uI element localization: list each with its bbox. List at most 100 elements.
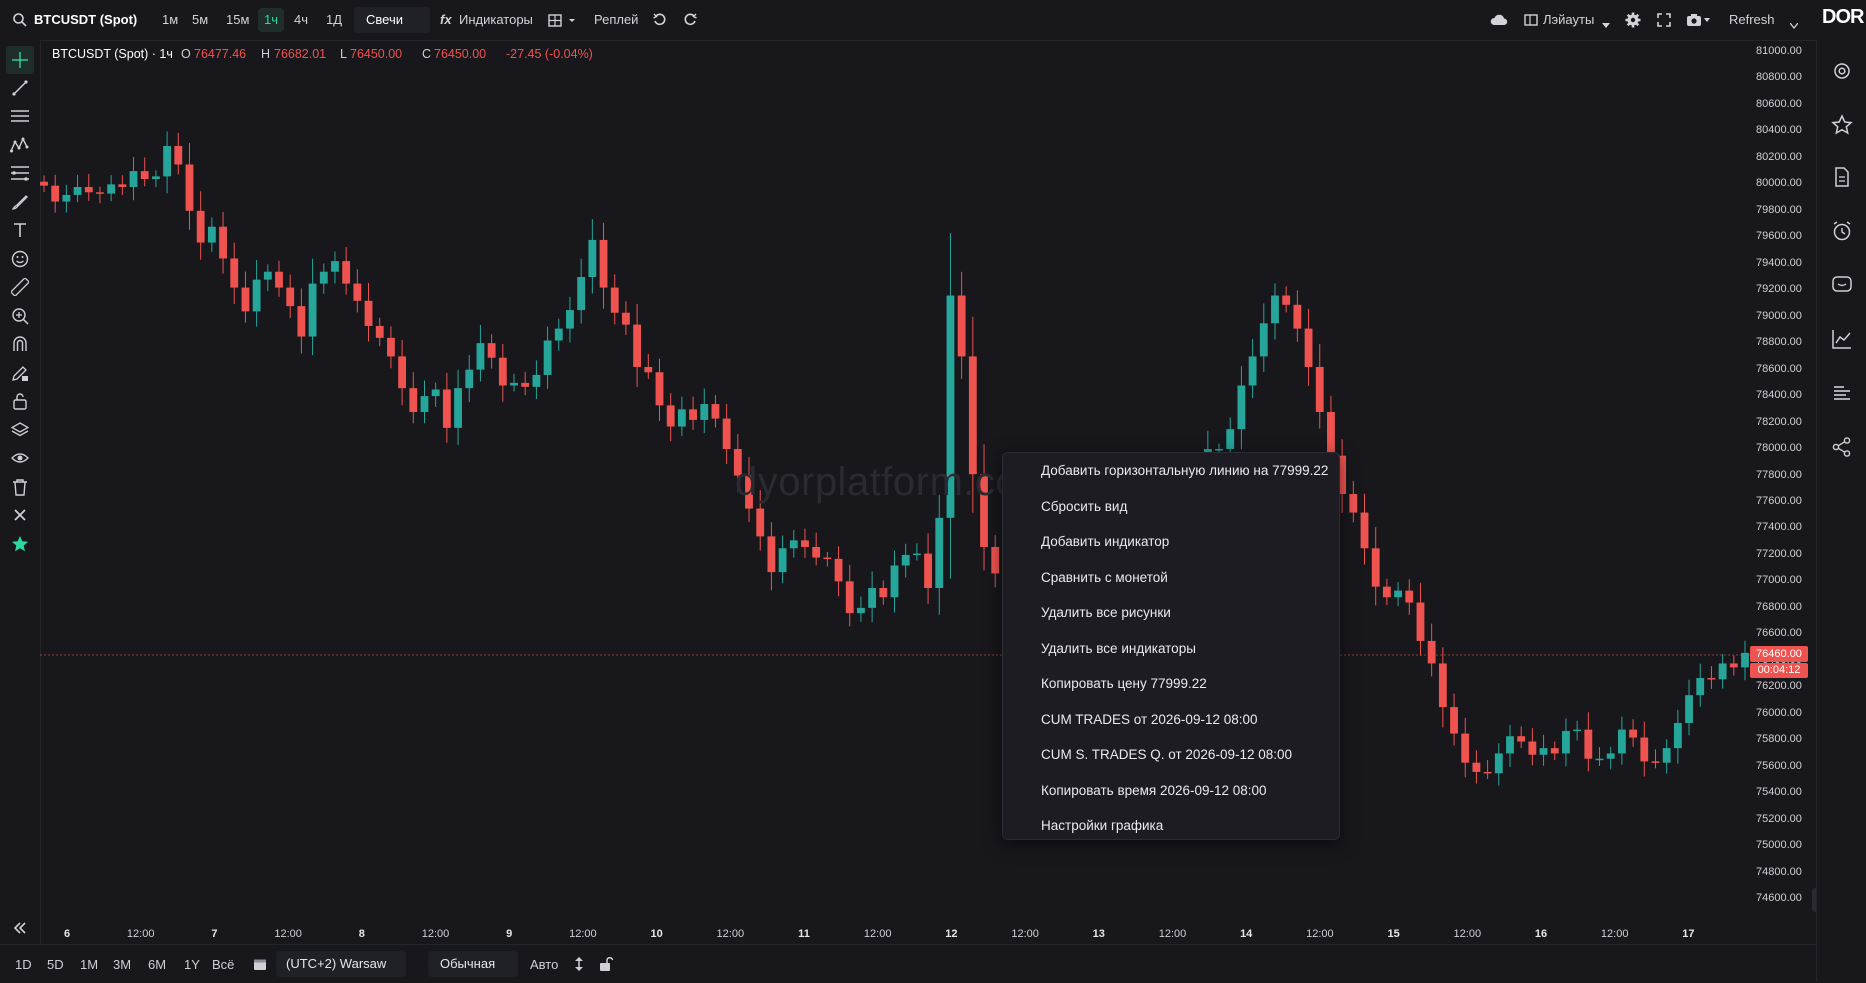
- candle-body: [476, 343, 485, 370]
- timezone-select[interactable]: (UTC+2) Warsaw: [276, 951, 406, 977]
- range-3m[interactable]: 3M: [113, 955, 131, 975]
- candle-body: [375, 325, 384, 338]
- alert-clock-icon[interactable]: [1831, 220, 1853, 242]
- range-all[interactable]: Всё: [212, 955, 234, 975]
- candle-body: [1248, 356, 1257, 386]
- time-axis-label: 10: [650, 928, 663, 940]
- auto-scale-toggle[interactable]: Авто: [530, 955, 558, 975]
- candle-body: [834, 558, 843, 582]
- time-axis-label: 6: [63, 928, 71, 940]
- candle-body: [789, 540, 798, 549]
- candle-body: [331, 261, 339, 272]
- candle-body: [610, 287, 619, 313]
- candle-body: [666, 405, 675, 427]
- candle-body: [230, 258, 239, 288]
- candle-body: [151, 176, 160, 180]
- candle-body: [1461, 733, 1470, 763]
- candle-body: [353, 283, 362, 301]
- candle-body: [364, 300, 373, 326]
- price-axis-label: 78600.00: [1756, 362, 1802, 375]
- candle-body: [1282, 295, 1291, 305]
- candle-body: [1506, 736, 1514, 754]
- candle-body: [185, 164, 194, 211]
- brand-logo: DOR: [1822, 6, 1864, 28]
- watchlist-star-icon[interactable]: [1831, 114, 1853, 136]
- chat-icon[interactable]: [1831, 274, 1853, 296]
- price-axis-label: 76000.00: [1756, 706, 1802, 719]
- bottom-toolbar: 1D 5D 1M 3M 6M 1Y Всё (UTC+2) Warsaw Обы…: [0, 944, 1816, 983]
- candle-body: [263, 271, 272, 280]
- candle-body: [1382, 586, 1391, 598]
- legend-low-value: 76450.00: [350, 47, 403, 61]
- menu-copy-price[interactable]: Копировать цену 77999.22: [1041, 669, 1333, 699]
- scale-mode-select[interactable]: Обычная: [428, 951, 518, 977]
- candle-body: [633, 324, 642, 367]
- menu-compare-coin[interactable]: Сравнить с монетой: [1041, 563, 1333, 593]
- time-axis-label: 12:00: [1011, 928, 1039, 940]
- candle-body: [1729, 663, 1738, 668]
- candle-body: [756, 508, 765, 537]
- price-axis-label: 74600.00: [1756, 892, 1802, 904]
- menu-cum-s-trades[interactable]: CUM S. TRADES Q. от 2026-09-12 08:00: [1041, 740, 1333, 770]
- candle-body: [1707, 677, 1716, 680]
- menu-remove-indicators[interactable]: Удалить все индикаторы: [1041, 634, 1333, 664]
- menu-reset-view[interactable]: Сбросить вид: [1041, 492, 1333, 522]
- candle-body: [140, 171, 149, 180]
- vertical-resize-icon[interactable]: [574, 956, 584, 972]
- candle-body: [96, 192, 104, 194]
- settings-icon[interactable]: [1831, 60, 1853, 82]
- watermark: dyorplatform.co: [735, 460, 1019, 504]
- candle-body: [1640, 737, 1649, 762]
- candle-body: [73, 186, 82, 195]
- notes-icon[interactable]: [1831, 166, 1853, 188]
- candle-body: [1327, 411, 1335, 456]
- menu-add-horizontal-line[interactable]: Добавить горизонтальную линию на 77999.2…: [1041, 456, 1333, 486]
- menu-chart-settings[interactable]: Настройки графика: [1041, 811, 1333, 841]
- candle-body: [1371, 548, 1380, 587]
- legend-high-value: 76682.01: [274, 47, 327, 61]
- candle-body: [857, 607, 865, 614]
- menu-copy-time[interactable]: Копировать время 2026-09-12 08:00: [1041, 776, 1333, 806]
- price-axis-label: 77200.00: [1756, 547, 1802, 560]
- order-book-icon[interactable]: [1831, 382, 1853, 404]
- share-icon[interactable]: [1831, 436, 1853, 458]
- range-1y[interactable]: 1Y: [184, 955, 200, 975]
- candle-body: [890, 565, 899, 598]
- time-axis-label: 12:00: [274, 928, 302, 940]
- analytics-icon[interactable]: [1831, 328, 1853, 350]
- menu-cum-trades[interactable]: CUM TRADES от 2026-09-12 08:00: [1041, 705, 1333, 735]
- candle-body: [1528, 741, 1537, 755]
- candle-body: [442, 389, 451, 428]
- candle-body: [622, 312, 630, 325]
- chart-context-menu: Добавить горизонтальную линию на 77999.2…: [1002, 452, 1340, 840]
- legend-low-key: L: [340, 47, 347, 61]
- candle-body: [879, 587, 888, 598]
- price-axis-label: 77600.00: [1756, 494, 1802, 507]
- range-1m[interactable]: 1M: [80, 955, 98, 975]
- candle-body: [465, 369, 474, 389]
- price-axis-label: 79400.00: [1756, 256, 1802, 269]
- time-axis-label: 12: [945, 928, 958, 940]
- menu-remove-drawings[interactable]: Удалить все рисунки: [1041, 598, 1333, 628]
- candle-body: [1237, 385, 1246, 430]
- candle-body: [1416, 602, 1425, 641]
- candle-body: [588, 239, 597, 277]
- calendar-icon[interactable]: [253, 957, 267, 971]
- range-6m[interactable]: 6M: [148, 955, 166, 975]
- menu-add-indicator[interactable]: Добавить индикатор: [1041, 527, 1333, 557]
- price-axis-label: 79800.00: [1756, 203, 1802, 216]
- candle-body: [1651, 761, 1660, 763]
- range-5d[interactable]: 5D: [47, 955, 64, 975]
- candle-body: [319, 271, 328, 284]
- price-axis-label: 75800.00: [1756, 733, 1802, 746]
- lock-scale-icon[interactable]: [598, 956, 614, 972]
- candle-body: [767, 536, 776, 573]
- candle-body: [566, 310, 574, 329]
- candle-body: [118, 184, 127, 187]
- price-axis-label: 80200.00: [1756, 150, 1802, 163]
- legend-title: BTCUSDT (Spot) · 1ч: [52, 47, 173, 61]
- candle-body: [252, 279, 261, 312]
- range-1d[interactable]: 1D: [15, 955, 32, 975]
- candle-body: [420, 396, 429, 412]
- price-axis-label: 80800.00: [1756, 71, 1802, 84]
